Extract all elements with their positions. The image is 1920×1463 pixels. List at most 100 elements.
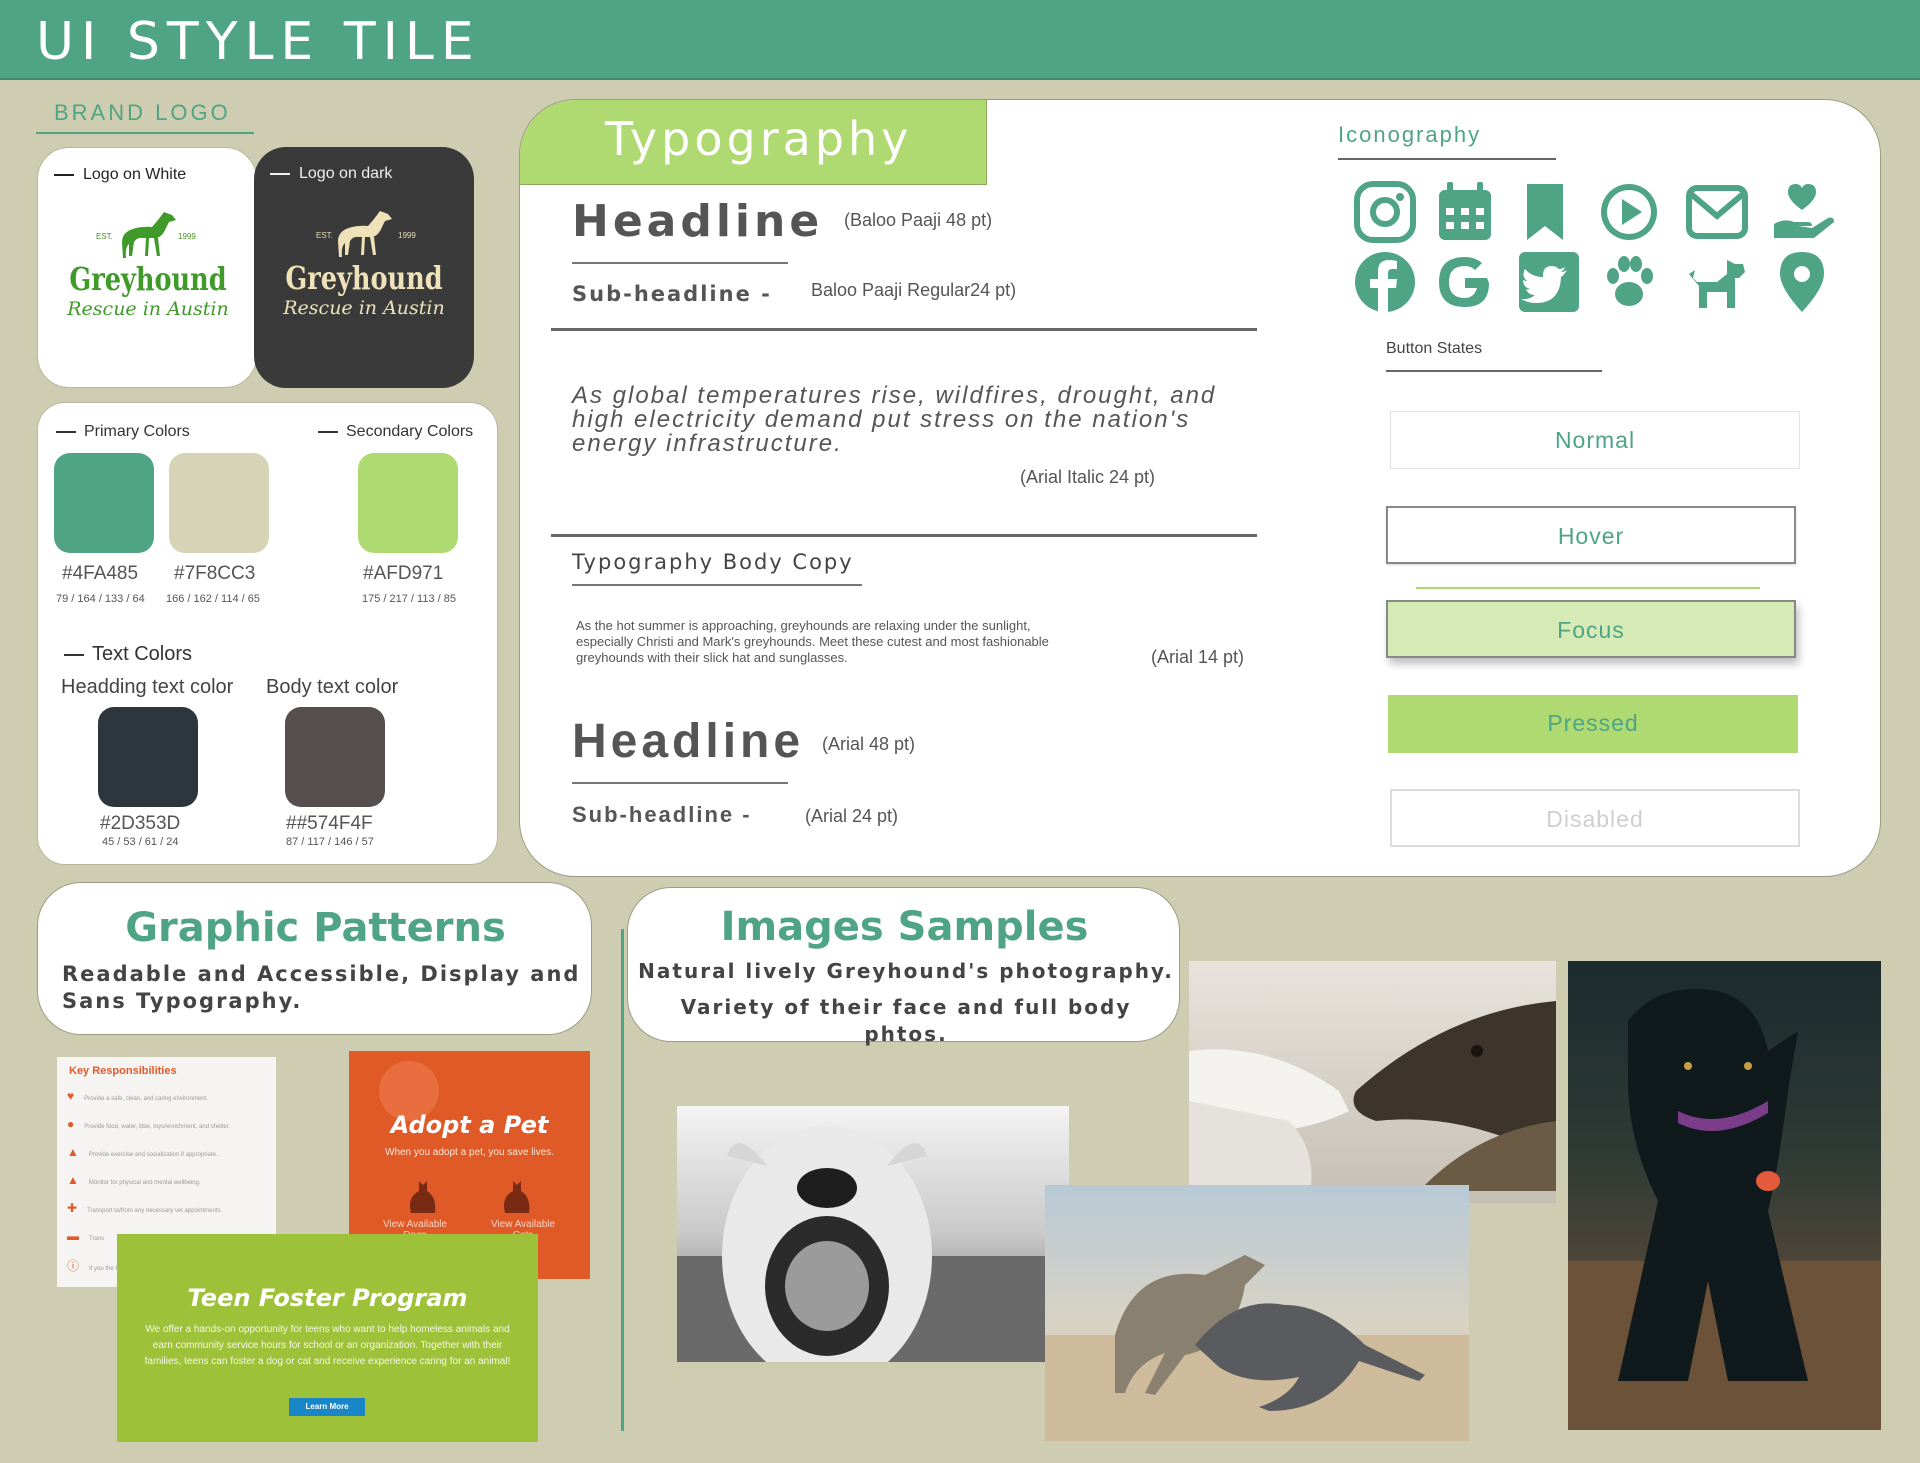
headline-arial-underline [572,782,788,784]
iconography-underline [1338,158,1556,160]
swatch-primary-green [54,453,154,553]
warning-icon: ▲ [67,1173,79,1187]
typography-tab-label: Typography [605,112,913,166]
teen-foster-body: We offer a hands-on opportunity for teen… [144,1324,511,1367]
swatch-hex: #7F8CC3 [174,563,256,584]
images-samples-subtitle-2: Variety of their face and full body phto… [680,995,1132,1046]
swatch-secondary-lime [358,453,458,553]
logo-tagline: Rescue in Austin [67,298,229,320]
google-icon[interactable] [1433,250,1497,314]
subheadline-sample-baloo: Sub-headline - [572,282,772,306]
bookmark-icon[interactable] [1513,180,1577,244]
logo-year-text: 1999 [178,232,196,241]
button-states-underline [1386,370,1602,372]
key-responsibilities-title: Key Responsibilities [69,1065,177,1077]
subheadline-sample-note: Baloo Paaji Regular24 pt) [811,280,1017,300]
logo-on-dark-card: Logo on dark EST. 1999 Greyhound Rescue … [254,147,474,388]
brand-logo-title: BRAND LOGO [54,100,231,125]
greyhound-yawning-image [677,1126,1069,1362]
text-colors-label: Text Colors [64,643,192,666]
section-divider [551,328,1257,331]
list-item: ● Provide food, water, litter, toys/enric… [67,1117,230,1131]
twitter-icon[interactable] [1517,250,1581,314]
play-icon[interactable] [1597,180,1661,244]
greyhounds-running-image [1045,1255,1469,1441]
hover-state-button[interactable]: Hover [1386,506,1796,564]
graphic-patterns-subtitle: Readable and Accessible, Display and San… [62,962,581,1013]
greyhounds-running-photo [1045,1185,1469,1441]
two-greyhounds-image [1189,1001,1556,1201]
headline-sample-arial: Headline [572,715,805,768]
subheadline-sample-arial: Sub-headline - [572,802,752,827]
normal-state-button[interactable]: Normal [1390,411,1800,469]
body-copy-note: (Arial 14 pt) [1151,647,1245,667]
primary-colors-label: Primary Colors [56,423,190,441]
cat-icon [504,1181,530,1213]
headline-sample-baloo: Headline [572,196,824,247]
typography-tab: Typography [520,100,987,185]
greyhound-yawning-photo [677,1106,1069,1362]
heart-hand-icon[interactable] [1770,180,1834,244]
greyhound-logo-dark-icon [338,211,392,257]
adopt-a-pet-subtitle: When you adopt a pet, you save lives. [385,1147,554,1158]
black-greyhound-image [1568,989,1881,1430]
list-item: ♥ Provide a safe, clean, and caring envir… [67,1089,208,1103]
list-item: ▲ Monitor for physical and mental wellbei… [67,1173,201,1187]
greyhound-logo-icon [122,212,176,258]
focus-indicator [1416,587,1760,589]
brand-logo-divider [36,132,254,134]
swatch-primary-beige [169,453,269,553]
list-item: ✚ Transport to/from any necessary vet app… [67,1201,223,1215]
swatch-hex: #4FA485 [62,563,139,584]
pressed-state-button[interactable]: Pressed [1388,695,1798,753]
page-header: UI STYLE TILE [0,0,1920,80]
swatch-rgb: 175 / 217 / 113 / 85 [362,593,456,605]
dog-run-icon: ▲ [67,1145,79,1159]
two-greyhounds-nose-photo [1189,961,1556,1203]
swatch-rgb: 45 / 53 / 61 / 24 [102,836,179,848]
logo-est-text: EST. [96,232,113,241]
paw-icon[interactable] [1597,250,1661,314]
facebook-icon[interactable] [1353,250,1417,314]
learn-more-button[interactable]: Learn More [289,1398,365,1416]
food-icon: ● [67,1117,75,1131]
secondary-colors-label: Secondary Colors [318,423,473,441]
logo-wordmark-dark: Greyhound [285,259,443,297]
logo-year-text-dark: 1999 [398,231,416,240]
page-title: UI STYLE TILE [36,12,481,72]
calendar-icon[interactable] [1433,180,1497,244]
focus-state-button[interactable]: Focus [1386,600,1796,658]
swatch-heading-text [98,707,198,807]
body-copy-title: Typography Body Copy [572,550,854,574]
instagram-icon[interactable] [1353,180,1417,244]
swatch-hex: #2D353D [100,813,181,834]
logo-on-dark-label: Logo on dark [270,165,392,183]
button-states-title: Button States [1386,340,1483,357]
italic-copy-sample: As global temperatures rise, wildfires, … [572,382,1217,457]
images-samples-card: Images Samples Natural lively Greyhound'… [627,887,1180,1046]
swatch-rgb: 79 / 164 / 133 / 64 [56,593,145,605]
list-item: ▲ Provide exercise and socialization if a… [67,1145,218,1159]
swatch-rgb: 87 / 117 / 146 / 57 [286,836,374,848]
subheadline-arial-note: (Arial 24 pt) [805,806,899,826]
logo-wordmark: Greyhound [69,260,227,298]
syringe-icon: ✚ [67,1201,78,1215]
swatch-hex: #AFD971 [363,563,444,584]
cat-icon [410,1181,436,1213]
location-pin-icon[interactable] [1770,250,1834,314]
black-greyhound-photo [1568,961,1881,1430]
swatch-body-text [285,707,385,807]
iconography-title: Iconography [1338,122,1482,147]
logo-on-white-label: Logo on White [54,166,186,184]
mail-icon[interactable] [1685,180,1749,244]
italic-copy-note: (Arial Italic 24 pt) [1020,467,1156,487]
swatch-hex: ##574F4F [286,813,373,834]
logo-est-text-dark: EST. [316,231,333,240]
graphic-patterns-card: Graphic Patterns Readable and Accessible… [37,882,592,1035]
images-samples-title: Images Samples [720,904,1089,950]
adopt-a-pet-title: Adopt a Pet [390,1111,549,1139]
logo-tagline-dark: Rescue in Austin [283,297,445,319]
headline-underline [572,262,788,264]
dog-icon[interactable] [1685,250,1749,314]
disabled-state-button: Disabled [1390,789,1800,847]
